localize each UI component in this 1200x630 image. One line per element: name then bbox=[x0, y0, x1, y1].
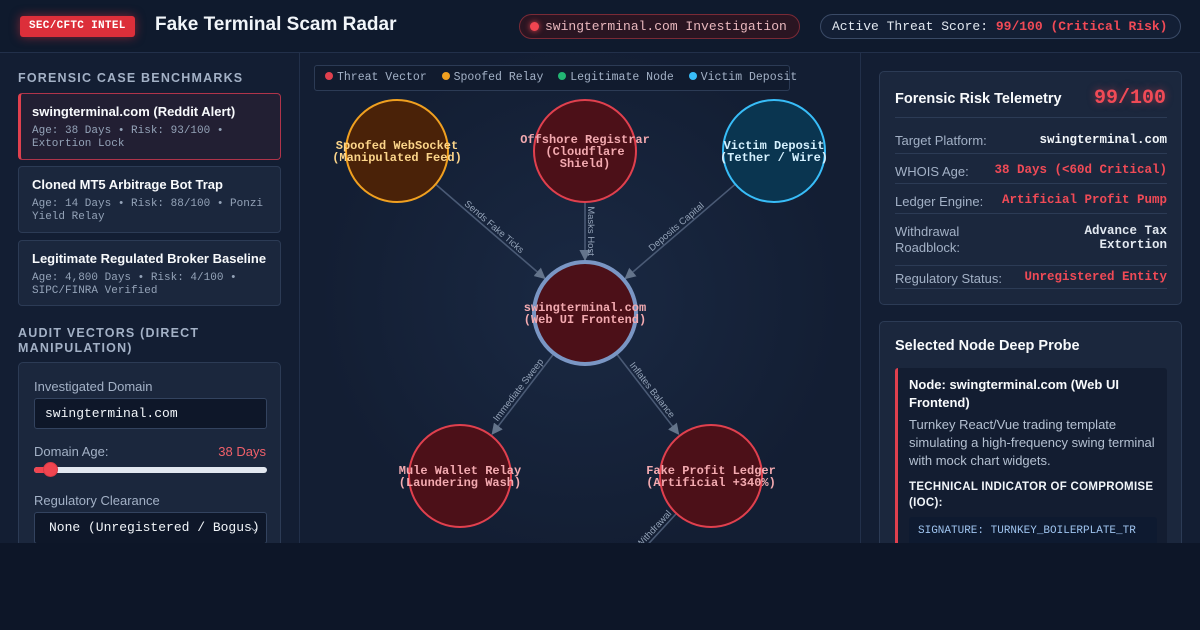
probe-node-name: Node: swingterminal.com (Web UI Frontend… bbox=[909, 377, 1119, 410]
domain-age-label: Domain Age: bbox=[34, 444, 109, 459]
live-indicator-icon bbox=[530, 22, 539, 31]
risk-telemetry-panel: Forensic Risk Telemetry 99/100 Target Pl… bbox=[879, 71, 1182, 305]
telemetry-row: Withdrawal Roadblock: Advance Tax Extort… bbox=[895, 213, 1167, 262]
benchmark-name: Legitimate Regulated Broker Baseline bbox=[32, 251, 267, 266]
telemetry-row: Target Platform: swingterminal.com bbox=[895, 117, 1167, 148]
telemetry-value: Unregistered Entity bbox=[1024, 270, 1167, 284]
telemetry-title: Forensic Risk Telemetry bbox=[895, 91, 1062, 107]
audit-title: Audit Vectors (Direct Manipulation) bbox=[18, 326, 200, 355]
threat-score-value: 99/100 (Critical Risk) bbox=[995, 19, 1168, 34]
probe-description: Turnkey React/Vue trading template simul… bbox=[909, 417, 1155, 468]
telemetry-key: Withdrawal Roadblock: bbox=[895, 224, 961, 255]
graph-node-label: (Manipulated Feed) bbox=[332, 151, 462, 165]
telemetry-row: Ledger Engine: Artificial Profit Pump bbox=[895, 183, 1167, 213]
benchmark-card-swingterminal[interactable]: swingterminal.com (Reddit Alert) Age: 38… bbox=[18, 93, 281, 160]
telemetry-value: Artificial Profit Pump bbox=[1001, 193, 1167, 207]
deep-probe-panel: Selected Node Deep Probe Node: swingterm… bbox=[879, 321, 1182, 543]
slider-thumb[interactable] bbox=[43, 462, 59, 477]
ioc-signature[interactable]: SIGNATURE: TURNKEY_BOILERPLATE_TR bbox=[909, 517, 1157, 543]
benchmark-card-mt5[interactable]: Cloned MT5 Arbitrage Bot Trap Age: 14 Da… bbox=[18, 166, 281, 233]
probe-title: Selected Node Deep Probe bbox=[895, 338, 1080, 354]
benchmark-name: Cloned MT5 Arbitrage Bot Trap bbox=[32, 177, 223, 192]
telemetry-row: WHOIS Age: 38 Days (<60d Critical) bbox=[895, 153, 1167, 183]
regulatory-select[interactable]: None (Unregistered / Bogus) ⌵ bbox=[34, 512, 267, 543]
threat-score-pill: Active Threat Score: 99/100 (Critical Ri… bbox=[820, 14, 1181, 39]
telemetry-key: WHOIS Age: bbox=[895, 164, 969, 179]
graph-edge-label: Sends Fake Ticks bbox=[462, 199, 526, 256]
telemetry-value: 38 Days (<60d Critical) bbox=[994, 163, 1167, 177]
graph-node-dep[interactable]: Victim Deposit(Tether / Wire) bbox=[720, 99, 828, 203]
graph-node-label: Shield) bbox=[560, 157, 610, 171]
ioc-heading: TECHNICAL INDICATOR OF COMPROMISE (IOC): bbox=[909, 481, 1154, 509]
domain-input[interactable] bbox=[34, 398, 267, 429]
graph-node-mule[interactable]: Mule Wallet Relay(Laundering Wash) bbox=[399, 424, 521, 528]
risk-score: 99/100 bbox=[1093, 87, 1166, 110]
regulatory-label: Regulatory Clearance bbox=[34, 493, 160, 508]
telemetry-row: Regulatory Status: Unregistered Entity bbox=[895, 265, 1167, 289]
chevron-down-icon: ⌵ bbox=[250, 521, 258, 535]
telemetry-key: Regulatory Status: bbox=[895, 271, 1002, 286]
graph-node-label: (Artificial +340%) bbox=[646, 476, 776, 490]
telemetry-key: Ledger Engine: bbox=[895, 194, 984, 209]
regulatory-selected-value: None (Unregistered / Bogus) bbox=[49, 520, 260, 535]
graph-node-label: (Web UI Frontend) bbox=[524, 313, 646, 327]
domain-age-value: 38 Days bbox=[218, 444, 266, 459]
node-graph: Sends Fake Ticks Masks Host Deposits Capit… bbox=[332, 99, 828, 543]
threat-score-label: Active Threat Score: bbox=[832, 19, 989, 34]
graph-edge-label: Masks Host bbox=[585, 206, 596, 256]
investigation-pill[interactable]: swingterminal.com Investigation bbox=[519, 14, 800, 39]
benchmark-meta: Age: 4,800 Days • Risk: 4/100 • SIPC/FIN… bbox=[32, 272, 237, 297]
probe-node-card: Node: swingterminal.com (Web UI Frontend… bbox=[895, 368, 1167, 543]
benchmark-meta: Age: 38 Days • Risk: 93/100 • Extortion … bbox=[32, 125, 224, 150]
graph-node-reg[interactable]: Offshore Registrar(CloudflareShield) bbox=[520, 99, 650, 203]
telemetry-key: Target Platform: bbox=[895, 133, 987, 148]
left-sidebar: Forensic Case Benchmarks swingterminal.c… bbox=[0, 53, 300, 543]
benchmarks-title: Forensic Case Benchmarks bbox=[18, 71, 244, 85]
graph-node-label: (Tether / Wire) bbox=[720, 151, 828, 165]
top-header: SEC/CFTC INTEL Fake Terminal Scam Radar … bbox=[0, 0, 1200, 53]
right-sidebar: Forensic Risk Telemetry 99/100 Target Pl… bbox=[861, 53, 1200, 543]
domain-label: Investigated Domain bbox=[34, 379, 153, 394]
benchmark-meta: Age: 14 Days • Risk: 88/100 • Ponzi Yiel… bbox=[32, 198, 264, 223]
investigation-label: swingterminal.com Investigation bbox=[545, 19, 787, 34]
graph-node-label: (Laundering Wash) bbox=[399, 476, 521, 490]
audit-vectors-panel: Investigated Domain Domain Age: 38 Days … bbox=[18, 362, 281, 543]
domain-age-slider[interactable] bbox=[34, 462, 267, 477]
telemetry-value: swingterminal.com bbox=[1039, 133, 1167, 147]
app-title: Fake Terminal Scam Radar bbox=[155, 14, 397, 35]
benchmark-card-legit-broker[interactable]: Legitimate Regulated Broker Baseline Age… bbox=[18, 240, 281, 306]
graph-edge-label: Inflates Balance bbox=[627, 360, 677, 420]
benchmark-name: swingterminal.com (Reddit Alert) bbox=[32, 104, 236, 119]
agency-badge: SEC/CFTC INTEL bbox=[20, 16, 135, 37]
graph-edge-label: Immediate Sweep bbox=[491, 357, 546, 424]
threat-graph-canvas: Threat Vector Spoofed Relay Legitimate N… bbox=[300, 53, 861, 543]
telemetry-value: Advance Tax Extortion bbox=[1084, 224, 1167, 252]
graph-edge-label: Deposits Capital bbox=[647, 200, 707, 253]
graph-node-ws[interactable]: Spoofed WebSocket(Manipulated Feed) bbox=[332, 99, 462, 203]
